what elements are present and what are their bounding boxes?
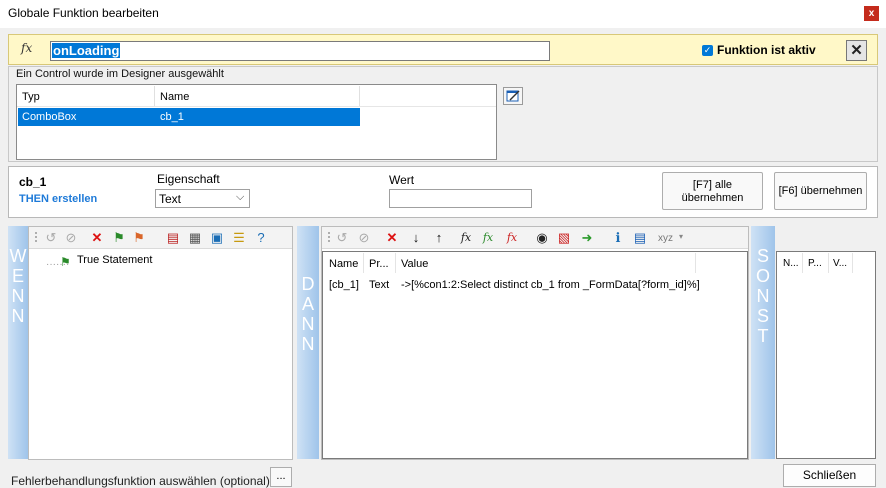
column-separator bbox=[395, 253, 396, 273]
side-letter: A bbox=[301, 294, 314, 314]
sonst-grid[interactable] bbox=[776, 251, 876, 459]
edit-control-button[interactable] bbox=[503, 87, 523, 105]
side-letter: W bbox=[9, 246, 27, 266]
window-close-button[interactable]: x bbox=[864, 6, 879, 21]
column-header-typ[interactable]: Typ bbox=[22, 91, 40, 103]
control-grid-header bbox=[17, 85, 496, 107]
toolbar-grip-icon bbox=[328, 232, 330, 242]
column-separator bbox=[828, 253, 829, 273]
window-title: Globale Funktion bearbeiten bbox=[8, 6, 159, 20]
clear-doc-icon[interactable]: ▧ bbox=[556, 230, 572, 246]
column-separator bbox=[359, 86, 360, 106]
tree-item-true-statement[interactable]: True Statement bbox=[77, 254, 152, 266]
refresh-doc-icon[interactable]: ▣ bbox=[209, 230, 225, 246]
go-icon[interactable]: ➜ bbox=[579, 230, 595, 246]
arrow-down-icon[interactable]: ↓ bbox=[408, 230, 424, 246]
info-icon[interactable]: ℹ bbox=[610, 230, 626, 246]
column-header-value[interactable]: Value bbox=[401, 258, 428, 270]
column-separator bbox=[852, 253, 853, 273]
report-icon[interactable]: ▤ bbox=[165, 230, 181, 246]
delete-icon[interactable]: ✕ bbox=[89, 230, 105, 246]
property-label: Eigenschaft bbox=[157, 172, 220, 186]
column-separator bbox=[802, 253, 803, 273]
wenn-toolbar: ↺ ⊘ ✕ ⚑ ⚑ ▤ ▦ ▣ ☰ ? bbox=[29, 227, 292, 249]
disabled-icon[interactable]: ⊘ bbox=[356, 230, 372, 246]
undo-icon[interactable]: ↺ bbox=[43, 230, 59, 246]
add-flag-icon[interactable]: ⚑ bbox=[111, 230, 127, 246]
side-letter: E bbox=[11, 266, 24, 286]
apply-button[interactable]: [F6] übernehmen bbox=[774, 172, 867, 210]
row-name[interactable]: cb_1 bbox=[160, 111, 184, 123]
row-value[interactable]: ->[%con1:2:Select distinct cb_1 from _Fo… bbox=[401, 279, 700, 291]
side-letter: N bbox=[301, 334, 315, 354]
xyz-label[interactable]: xyz bbox=[658, 233, 673, 244]
list-icon[interactable]: ☰ bbox=[231, 230, 247, 246]
preview-icon[interactable]: ◉ bbox=[534, 230, 550, 246]
dann-toolbar: ↺ ⊘ ✕ ↓ ↑ fx fx fx ◉ ▧ ➜ ℹ ▤ xyz ▾ bbox=[322, 227, 748, 249]
orange-flag-icon[interactable]: ⚑ bbox=[131, 230, 147, 246]
wenn-sidebar: W E N N bbox=[8, 226, 28, 459]
wenn-letters: W E N N bbox=[8, 246, 28, 326]
side-letter: N bbox=[756, 286, 770, 306]
column-header-pr[interactable]: Pr... bbox=[369, 258, 389, 270]
side-letter: N bbox=[11, 286, 25, 306]
then-create-label: THEN erstellen bbox=[19, 193, 98, 205]
column-header-name[interactable]: Name bbox=[329, 258, 358, 270]
column-header-name[interactable]: Name bbox=[160, 91, 189, 103]
fx-remove-icon[interactable]: fx bbox=[504, 230, 520, 246]
property-select-value[interactable]: Text bbox=[159, 192, 181, 206]
edit-form-icon[interactable]: ▤ bbox=[632, 230, 648, 246]
side-letter: N bbox=[301, 314, 315, 334]
clear-function-button[interactable]: ✕ bbox=[846, 40, 867, 61]
control-hint: Ein Control wurde im Designer ausgewählt bbox=[16, 68, 224, 80]
chevron-down-icon[interactable]: ▾ bbox=[679, 232, 683, 241]
edit-form-icon bbox=[506, 90, 520, 102]
value-input[interactable] bbox=[389, 189, 532, 208]
side-letter: D bbox=[301, 274, 315, 294]
column-header-v[interactable]: V... bbox=[833, 258, 847, 269]
column-header-n[interactable]: N... bbox=[783, 258, 799, 269]
column-separator bbox=[363, 253, 364, 273]
row-pr[interactable]: Text bbox=[369, 279, 389, 291]
sonst-letters: S O N S T bbox=[753, 246, 773, 346]
fx-icon: fx bbox=[21, 41, 33, 55]
active-checkbox[interactable]: ✓ bbox=[702, 45, 713, 56]
row-typ[interactable]: ComboBox bbox=[22, 111, 76, 123]
close-button[interactable]: Schließen bbox=[783, 464, 876, 487]
delete-icon[interactable]: ✕ bbox=[384, 230, 400, 246]
function-name-value[interactable]: onLoading bbox=[52, 43, 121, 58]
error-handler-browse-button[interactable]: ... bbox=[270, 467, 292, 487]
column-separator bbox=[154, 86, 155, 106]
fx-add-icon[interactable]: fx bbox=[480, 230, 496, 246]
undo-icon[interactable]: ↺ bbox=[334, 230, 350, 246]
arrow-up-icon[interactable]: ↑ bbox=[431, 230, 447, 246]
disabled-icon[interactable]: ⊘ bbox=[63, 230, 79, 246]
side-letter: S bbox=[756, 246, 769, 266]
toolbar-grip-icon bbox=[35, 232, 37, 242]
apply-all-line2: übernehmen bbox=[681, 192, 744, 204]
dann-sidebar: D A N N bbox=[297, 226, 319, 459]
side-letter: N bbox=[11, 306, 25, 326]
green-flag-icon: ⚑ bbox=[60, 255, 71, 269]
document-icon[interactable]: ▦ bbox=[187, 230, 203, 246]
side-letter: S bbox=[756, 306, 769, 326]
chevron-down-icon[interactable]: ⌵ bbox=[236, 191, 244, 204]
value-label: Wert bbox=[389, 173, 415, 187]
apply-all-line1: [F7] alle bbox=[692, 179, 733, 191]
side-letter: O bbox=[755, 266, 770, 286]
error-handler-label: Fehlerbehandlungsfunktion auswählen (opt… bbox=[11, 474, 270, 488]
dann-letters: D A N N bbox=[298, 274, 318, 354]
apply-all-button[interactable]: [F7] alle übernehmen bbox=[662, 172, 763, 210]
column-header-p[interactable]: P... bbox=[808, 258, 822, 269]
column-separator bbox=[695, 253, 696, 273]
sonst-sidebar: S O N S T bbox=[751, 226, 775, 459]
fx-icon[interactable]: fx bbox=[458, 230, 474, 246]
row-name[interactable]: [cb_1] bbox=[329, 279, 359, 291]
selected-control-name: cb_1 bbox=[19, 175, 47, 189]
function-name-input[interactable] bbox=[50, 41, 550, 61]
help-icon[interactable]: ? bbox=[253, 230, 269, 246]
side-letter: T bbox=[757, 326, 769, 346]
active-checkbox-label[interactable]: Funktion ist aktiv bbox=[717, 43, 816, 57]
